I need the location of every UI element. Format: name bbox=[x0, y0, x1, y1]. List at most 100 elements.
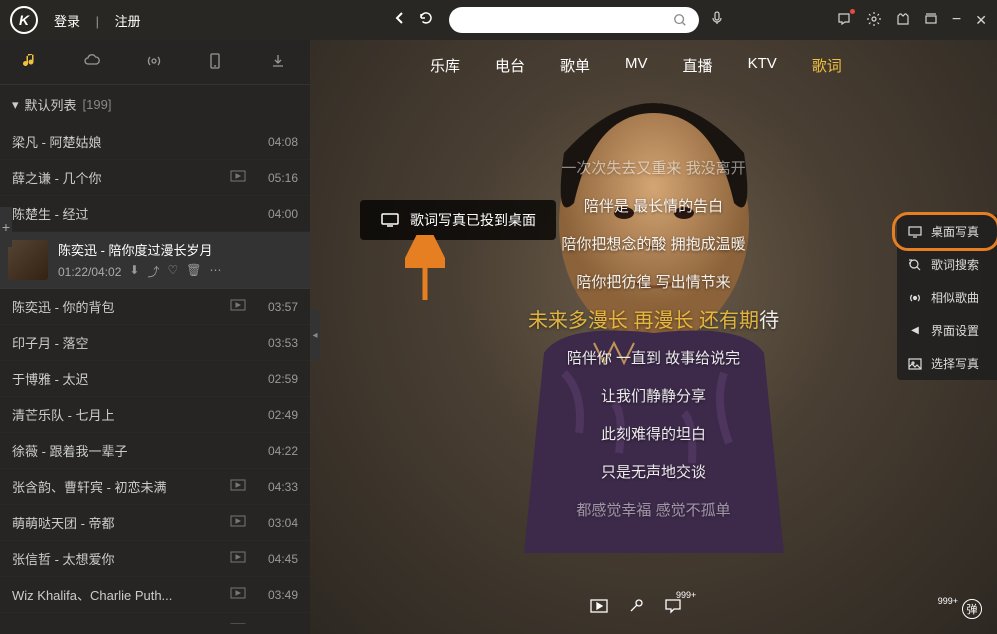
mv-badge-icon[interactable] bbox=[230, 551, 248, 566]
song-row[interactable]: 张杰、谢娜 - 娜样纯杰的爱... 03:53 bbox=[0, 613, 310, 624]
song-row[interactable]: 于博雅 - 太迟 02:59 bbox=[0, 361, 310, 397]
mv-badge-icon[interactable] bbox=[230, 515, 248, 530]
song-row[interactable]: 陈奕迅 - 你的背包 03:57 bbox=[0, 289, 310, 325]
refresh-icon[interactable] bbox=[418, 10, 434, 31]
search-box[interactable] bbox=[449, 7, 699, 33]
lyric-line: 陪伴你 一直到 故事给说完 bbox=[310, 340, 997, 378]
song-title: 印子月 - 落空 bbox=[12, 333, 230, 352]
nav-tab-4[interactable]: 直播 bbox=[683, 55, 713, 76]
desktop-icon bbox=[907, 226, 923, 238]
minimize-icon[interactable]: − bbox=[952, 11, 961, 29]
song-row[interactable]: 张信哲 - 太想爱你 04:45 bbox=[0, 541, 310, 577]
mic-icon[interactable] bbox=[628, 598, 644, 619]
mv-badge-icon[interactable] bbox=[230, 623, 248, 624]
song-title: 陈奕迅 - 陪你度过漫长岁月 bbox=[58, 240, 228, 259]
song-duration: 02:59 bbox=[258, 372, 298, 386]
auth-divider: | bbox=[90, 14, 105, 29]
nav-tab-3[interactable]: MV bbox=[625, 55, 648, 76]
song-list[interactable]: 梁凡 - 阿楚姑娘 04:08薛之谦 - 几个你 05:16陈楚生 - 经过 0… bbox=[0, 124, 310, 624]
mv-icon[interactable] bbox=[590, 599, 608, 618]
song-duration: 04:00 bbox=[258, 207, 298, 221]
rightmenu-item-4[interactable]: 选择写真 bbox=[897, 347, 997, 380]
song-row[interactable]: Wiz Khalifa、Charlie Puth... 03:49 bbox=[0, 577, 310, 613]
download-tab[interactable] bbox=[269, 52, 289, 72]
window-controls: − ✕ bbox=[836, 11, 987, 30]
search-icon[interactable] bbox=[673, 13, 687, 27]
song-row[interactable]: 陈楚生 - 经过 04:00 bbox=[0, 196, 310, 232]
nav-tab-0[interactable]: 乐库 bbox=[430, 55, 460, 76]
song-duration: 05:16 bbox=[258, 171, 298, 185]
lyric-line: 让我们静静分享 bbox=[310, 378, 997, 416]
lyric-line: 未来多漫长 再漫长 还有期待 bbox=[310, 302, 997, 340]
lyric-line: 此刻难得的坦白 bbox=[310, 416, 997, 454]
song-duration: 02:49 bbox=[258, 408, 298, 422]
phone-tab[interactable] bbox=[207, 52, 227, 72]
playlist-header[interactable]: ▾ 默认列表 [199] bbox=[0, 85, 310, 124]
song-title: 张含韵、曹轩宾 - 初恋未满 bbox=[12, 477, 230, 496]
playlist-count: [199] bbox=[83, 97, 112, 112]
lyric-line: 只是无声地交谈 bbox=[310, 454, 997, 492]
voice-search-icon[interactable] bbox=[709, 10, 725, 31]
image-icon bbox=[907, 358, 923, 370]
playlist-name: 默认列表 bbox=[25, 95, 77, 114]
song-row[interactable]: 薛之谦 - 几个你 05:16 bbox=[0, 160, 310, 196]
bottom-right-controls: 999+ 弹 bbox=[938, 599, 982, 619]
radio-tab[interactable] bbox=[145, 52, 165, 72]
delete-icon[interactable]: 🗑 bbox=[186, 263, 201, 280]
song-title: 陈奕迅 - 你的背包 bbox=[12, 297, 230, 316]
song-row[interactable]: 梁凡 - 阿楚姑娘 04:08 bbox=[0, 124, 310, 160]
comments-icon[interactable] bbox=[664, 598, 682, 619]
add-button[interactable]: + bbox=[0, 207, 12, 247]
song-title: 徐薇 - 跟着我一辈子 bbox=[12, 441, 230, 460]
rightmenu-item-2[interactable]: 相似歌曲 bbox=[897, 281, 997, 314]
song-title: 梁凡 - 阿楚姑娘 bbox=[12, 132, 230, 151]
mv-badge-icon[interactable] bbox=[230, 170, 248, 185]
album-thumb bbox=[8, 240, 48, 280]
song-title: 于博雅 - 太迟 bbox=[12, 369, 230, 388]
mv-badge-icon[interactable] bbox=[230, 479, 248, 494]
nav-tab-6[interactable]: 歌词 bbox=[812, 55, 842, 76]
broadcast-icon bbox=[907, 291, 923, 305]
download-icon[interactable]: ⬇ bbox=[129, 263, 139, 280]
nav-tab-1[interactable]: 电台 bbox=[495, 55, 525, 76]
mv-badge-icon[interactable] bbox=[230, 587, 248, 602]
title-bar: K 登录 | 注册 − ✕ bbox=[0, 0, 997, 40]
song-duration: 04:22 bbox=[258, 444, 298, 458]
song-row[interactable]: 清芒乐队 - 七月上 02:49 bbox=[0, 397, 310, 433]
song-row[interactable]: 陈奕迅 - 陪你度过漫长岁月 01:22/04:02 ⬇ ⤴ ♡ 🗑 ⋯ bbox=[0, 232, 310, 289]
rightmenu-item-0[interactable]: 桌面写真 bbox=[897, 215, 997, 248]
more-icon[interactable]: ⋯ bbox=[209, 263, 221, 280]
mv-badge-icon[interactable] bbox=[230, 299, 248, 314]
song-row[interactable]: 徐薇 - 跟着我一辈子 04:22 bbox=[0, 433, 310, 469]
song-duration: 03:49 bbox=[258, 588, 298, 602]
rightmenu-item-1[interactable]: 歌词搜索 bbox=[897, 248, 997, 281]
skin-icon[interactable] bbox=[896, 12, 910, 29]
like-icon[interactable]: ♡ bbox=[167, 263, 178, 280]
back-icon[interactable] bbox=[392, 10, 408, 31]
song-title: 萌萌哒天团 - 帝都 bbox=[12, 513, 230, 532]
app-logo[interactable]: K bbox=[10, 6, 38, 34]
mini-mode-icon[interactable] bbox=[924, 12, 938, 29]
cloud-tab[interactable] bbox=[83, 52, 103, 72]
song-row[interactable]: 萌萌哒天团 - 帝都 03:04 bbox=[0, 505, 310, 541]
local-music-tab[interactable] bbox=[21, 52, 41, 72]
main-nav-tabs: 乐库 电台 歌单 MV 直播 KTV 歌词 bbox=[430, 55, 842, 76]
rightmenu-label: 歌词搜索 bbox=[931, 256, 979, 273]
close-icon[interactable]: ✕ bbox=[975, 12, 987, 29]
danmu-toggle[interactable]: 弹 bbox=[962, 599, 982, 619]
toast-text: 歌词写真已投到桌面 bbox=[410, 210, 536, 230]
song-row[interactable]: 印子月 - 落空 03:53 bbox=[0, 325, 310, 361]
danmu-count: 999+ bbox=[938, 596, 958, 606]
settings-icon[interactable] bbox=[866, 11, 882, 30]
messages-icon[interactable] bbox=[836, 11, 852, 30]
nav-tab-2[interactable]: 歌单 bbox=[560, 55, 590, 76]
register-link[interactable]: 注册 bbox=[109, 14, 147, 29]
collapse-panel-button[interactable]: ◂ bbox=[310, 310, 320, 360]
share-icon[interactable]: ⤴ bbox=[147, 263, 159, 280]
song-row[interactable]: 张含韵、曹轩宾 - 初恋未满 04:33 bbox=[0, 469, 310, 505]
search-input[interactable] bbox=[461, 13, 673, 27]
nav-tab-5[interactable]: KTV bbox=[748, 55, 777, 76]
login-link[interactable]: 登录 bbox=[48, 14, 86, 29]
rightmenu-item-3[interactable]: ◀界面设置 bbox=[897, 314, 997, 347]
song-duration: 03:57 bbox=[258, 300, 298, 314]
